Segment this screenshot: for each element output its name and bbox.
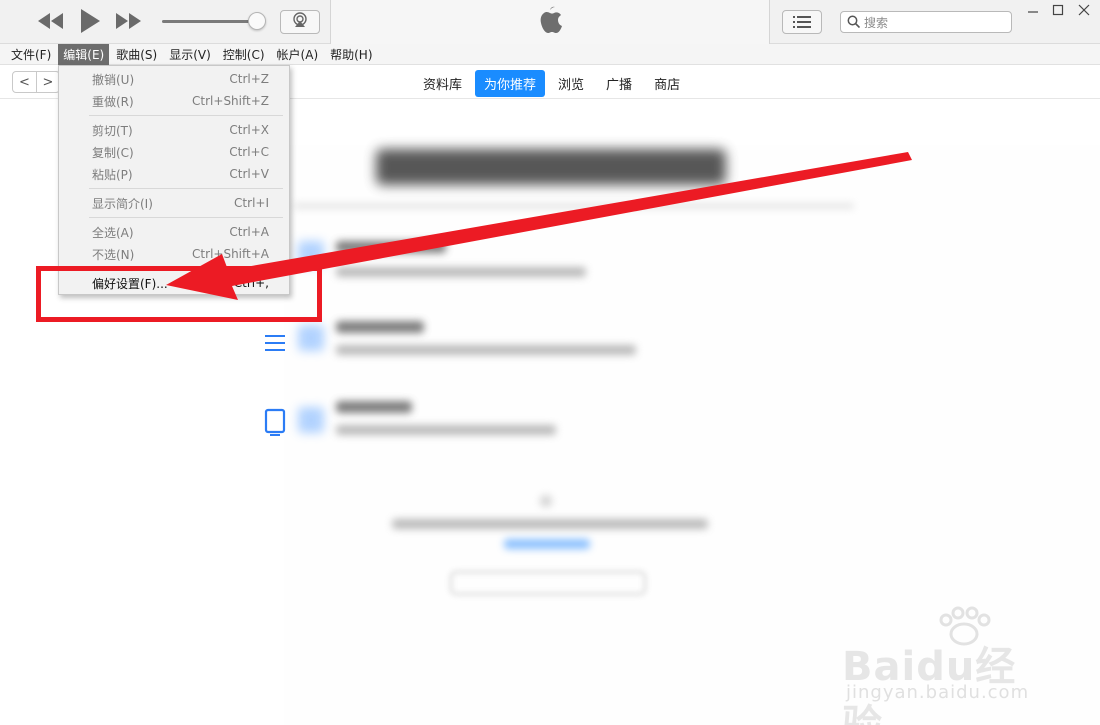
- blurred-heading: [376, 149, 726, 185]
- menu-item-cut[interactable]: 剪切(T) Ctrl+X: [59, 119, 289, 141]
- tab-for-you[interactable]: 为你推荐: [475, 70, 546, 97]
- volume-slider[interactable]: [162, 20, 258, 23]
- watermark-logo: Baidu经验: [842, 644, 1017, 725]
- edit-menu-dropdown: 撤销(U) Ctrl+Z 重做(R) Ctrl+Shift+Z 剪切(T) Ct…: [58, 65, 290, 295]
- menu-separator: [89, 115, 283, 116]
- fast-forward-icon[interactable]: [116, 13, 142, 33]
- history-buttons: < >: [12, 71, 60, 93]
- search-box[interactable]: 搜索: [840, 11, 1012, 33]
- menu-item-undo[interactable]: 撤销(U) Ctrl+Z: [59, 68, 289, 90]
- player-bar: 搜索: [0, 0, 1100, 44]
- menu-edit[interactable]: 编辑(E): [58, 43, 110, 65]
- blurred-link: [504, 539, 590, 549]
- back-button[interactable]: <: [13, 72, 36, 92]
- menu-help[interactable]: 帮助(H): [325, 44, 377, 65]
- menu-item-copy[interactable]: 复制(C) Ctrl+C: [59, 141, 289, 163]
- play-icon[interactable]: [80, 9, 100, 37]
- tab-radio[interactable]: 广播: [597, 70, 641, 97]
- menu-item-label: 撤销(U): [92, 72, 135, 87]
- airplay-icon: [291, 12, 309, 32]
- menu-item-shortcut: Ctrl+I: [234, 196, 269, 210]
- menu-item-label: 显示简介(I): [92, 196, 153, 211]
- blurred-feature-text: [336, 267, 586, 277]
- blurred-feature-icon: [298, 407, 324, 433]
- tab-library[interactable]: 资料库: [414, 70, 471, 97]
- watermark-url: jingyan.baidu.com: [846, 682, 1030, 703]
- menu-song[interactable]: 歌曲(S): [111, 44, 162, 65]
- forward-button[interactable]: >: [35, 72, 59, 92]
- status-display: [330, 0, 770, 44]
- blurred-divider: [294, 203, 854, 209]
- minimize-icon[interactable]: [1022, 2, 1044, 18]
- menu-item-label: 不选(N): [92, 247, 135, 262]
- menu-item-shortcut: Ctrl+C: [229, 145, 269, 159]
- menu-item-shortcut: Ctrl+A: [229, 225, 269, 239]
- blurred-feature-title: [336, 241, 446, 253]
- menu-item-label: 剪切(T): [92, 123, 133, 138]
- menu-item-label: 复制(C): [92, 145, 134, 160]
- tab-store[interactable]: 商店: [645, 70, 689, 97]
- menu-file[interactable]: 文件(F): [6, 44, 56, 65]
- blurred-dot: [540, 495, 552, 507]
- menu-item-label: 粘贴(P): [92, 167, 133, 182]
- menu-view[interactable]: 显示(V): [164, 44, 216, 65]
- blurred-button: [450, 571, 646, 595]
- search-icon: [847, 13, 861, 32]
- display-icon: [264, 408, 286, 442]
- itunes-window: 搜索 文件(F) 编辑(E) 歌曲(S) 显示(V) 控制(C) 帐户(A) 帮…: [0, 0, 1100, 725]
- menu-item-shortcut: Ctrl+Z: [229, 72, 269, 86]
- volume-knob[interactable]: [248, 12, 266, 30]
- section-tabs: 资料库 为你推荐 浏览 广播 商店: [414, 70, 693, 97]
- blurred-feature-text: [336, 345, 636, 355]
- close-icon[interactable]: [1073, 2, 1095, 18]
- menu-item-get-info[interactable]: 显示简介(I) Ctrl+I: [59, 192, 289, 214]
- list-view-icon: [264, 332, 286, 358]
- menu-item-shortcut: Ctrl+V: [229, 167, 269, 181]
- menu-item-redo[interactable]: 重做(R) Ctrl+Shift+Z: [59, 90, 289, 112]
- menu-item-label: 全选(A): [92, 225, 134, 240]
- menu-item-label: 重做(R): [92, 94, 134, 109]
- blurred-feature-icon: [298, 241, 324, 267]
- menu-item-paste[interactable]: 粘贴(P) Ctrl+V: [59, 163, 289, 185]
- menu-item-shortcut: Ctrl+Shift+Z: [192, 94, 269, 108]
- rewind-icon[interactable]: [38, 13, 64, 33]
- blurred-feature-text: [336, 425, 556, 435]
- search-input[interactable]: 搜索: [864, 14, 888, 31]
- blurred-feature-title: [336, 401, 412, 413]
- annotation-highlight-box: [36, 266, 322, 322]
- baidu-watermark: Baidu经验 jingyan.baidu.com: [842, 606, 1042, 725]
- list-icon: [793, 13, 811, 32]
- menu-bar: 文件(F) 编辑(E) 歌曲(S) 显示(V) 控制(C) 帐户(A) 帮助(H…: [0, 43, 1100, 65]
- menu-item-select-none[interactable]: 不选(N) Ctrl+Shift+A: [59, 243, 289, 265]
- blurred-feature-title: [336, 321, 424, 333]
- airplay-button[interactable]: [280, 10, 320, 34]
- menu-separator: [89, 217, 283, 218]
- up-next-button[interactable]: [782, 10, 822, 34]
- maximize-icon[interactable]: [1047, 2, 1069, 18]
- menu-item-select-all[interactable]: 全选(A) Ctrl+A: [59, 221, 289, 243]
- tab-browse[interactable]: 浏览: [549, 70, 593, 97]
- menu-item-shortcut: Ctrl+Shift+A: [192, 247, 269, 261]
- blurred-feature-icon: [298, 325, 324, 351]
- blurred-caption: [392, 519, 708, 529]
- menu-controls[interactable]: 控制(C): [218, 44, 270, 65]
- menu-separator: [89, 188, 283, 189]
- apple-logo-icon: [537, 5, 563, 39]
- menu-account[interactable]: 帐户(A): [272, 44, 324, 65]
- menu-item-shortcut: Ctrl+X: [229, 123, 269, 137]
